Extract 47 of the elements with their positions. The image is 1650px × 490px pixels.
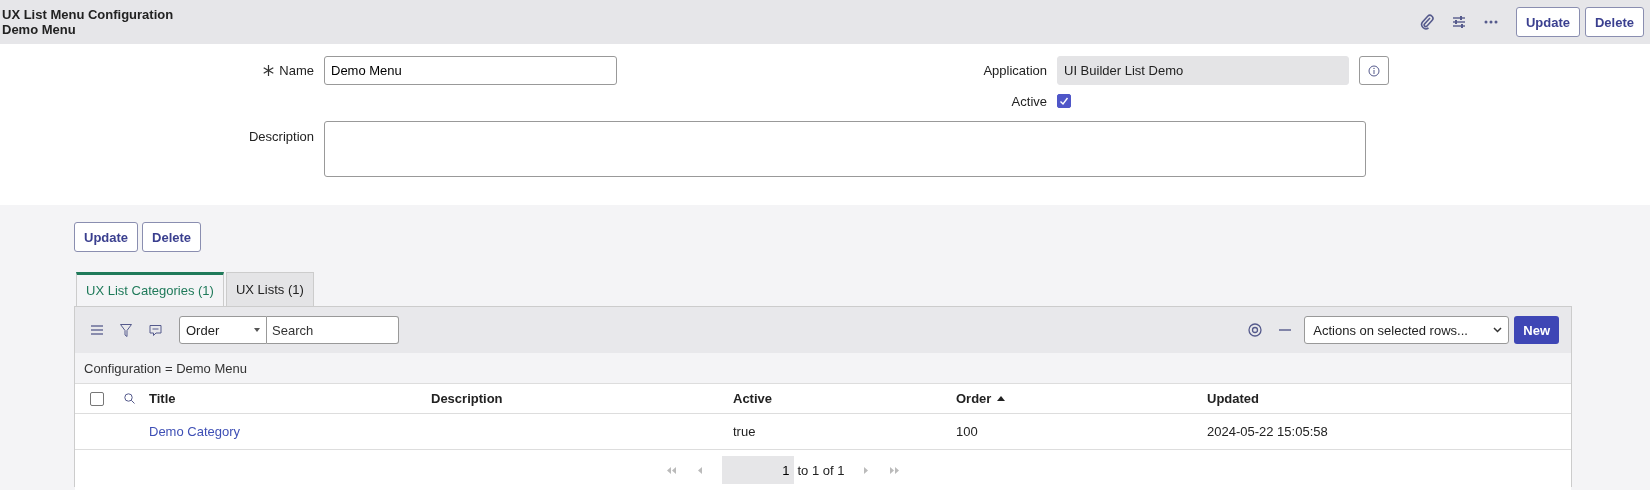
settings-icon[interactable] [1248, 323, 1263, 337]
filter-icon[interactable] [120, 323, 132, 337]
breadcrumb[interactable]: Configuration = Demo Menu [84, 360, 247, 376]
search-column-dropdown[interactable]: Order [179, 316, 267, 344]
more-icon[interactable] [1483, 20, 1498, 24]
form-title: UX List Menu Configuration [2, 7, 174, 22]
tab[interactable]: UX Lists (1) [225, 272, 314, 306]
table-row[interactable]: Demo Category true 100 2024-05-22 15:05:58 [75, 413, 1571, 449]
application-field[interactable]: UI Builder List Demo [1057, 56, 1349, 85]
info-button[interactable] [1359, 56, 1389, 85]
column-header[interactable]: Description [431, 391, 503, 406]
column-header[interactable]: Updated [1207, 391, 1259, 406]
field-label: Application [983, 63, 1047, 78]
field-label: Active [1011, 93, 1047, 109]
record-name: Demo Menu [2, 22, 77, 37]
chevron-down-icon [1493, 327, 1503, 333]
column-header[interactable]: Order [956, 391, 1006, 406]
menu-icon[interactable] [91, 325, 103, 335]
tab[interactable]: UX List Categories (1) [76, 272, 224, 306]
paperclip-icon[interactable] [1419, 14, 1434, 30]
description-field[interactable] [324, 121, 1366, 177]
table-cell: true [733, 424, 756, 439]
sort-ascending-icon [997, 396, 1006, 401]
settings-sliders-icon[interactable] [1451, 15, 1466, 29]
actions-dropdown[interactable]: Actions on selected rows... [1304, 316, 1510, 344]
search-field[interactable]: Search [267, 316, 399, 344]
form-button[interactable]: Delete [142, 222, 202, 252]
field-label: Name [279, 63, 314, 78]
table-cell: 2024-05-22 15:05:58 [1207, 424, 1328, 439]
table-cell: 100 [956, 424, 978, 439]
select-all-checkbox[interactable] [90, 391, 104, 406]
page-field[interactable]: 1 [721, 456, 794, 484]
header-button[interactable]: Delete [1584, 7, 1644, 37]
caret-icon [254, 328, 260, 332]
form-button[interactable]: Update [74, 222, 139, 252]
column-header[interactable]: Active [733, 391, 773, 406]
name-field[interactable]: Demo Menu [324, 56, 617, 85]
active-checkbox[interactable] [1057, 94, 1071, 108]
page-range: to 1 of 1 [797, 462, 845, 478]
column-header[interactable]: Title [149, 391, 176, 406]
new-button[interactable]: New [1514, 316, 1559, 344]
field-label: Description [248, 129, 314, 144]
info-icon [1368, 64, 1380, 77]
search-icon[interactable] [123, 393, 135, 404]
header-button[interactable]: Update [1515, 7, 1580, 37]
record-link[interactable]: Demo Category [149, 424, 241, 439]
comment-icon[interactable] [149, 323, 162, 337]
